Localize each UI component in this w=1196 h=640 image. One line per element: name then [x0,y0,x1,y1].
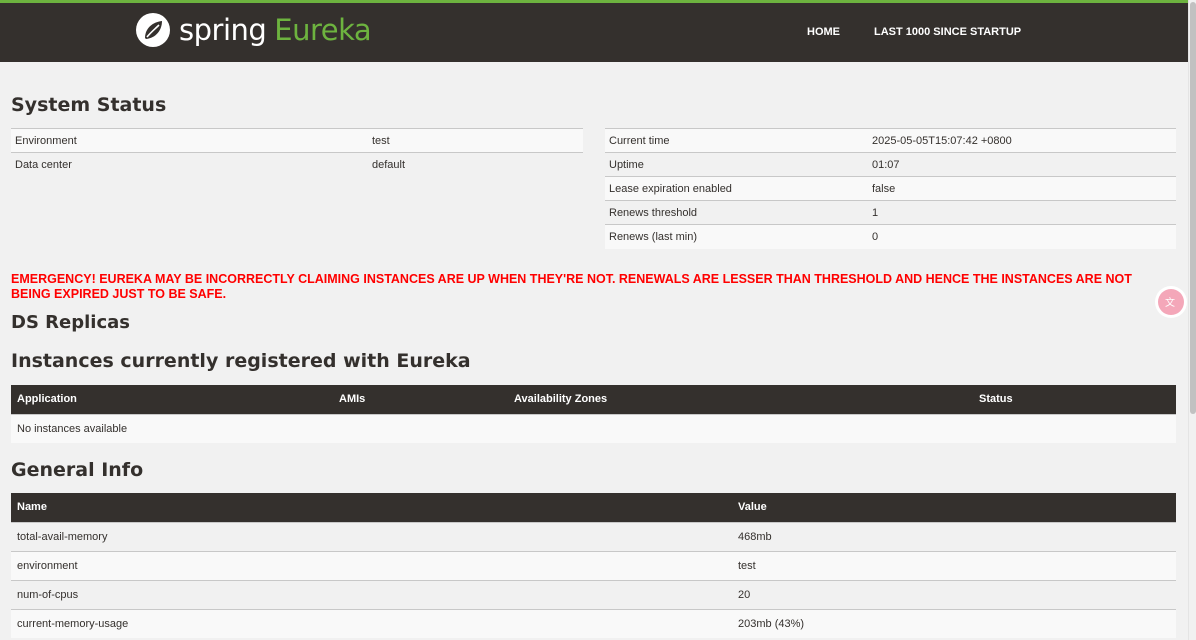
status-key: Lease expiration enabled [605,176,868,201]
instances-title: Instances currently registered with Eure… [11,350,471,372]
status-value: 1 [868,200,1176,225]
brand-spring: spring [179,13,267,47]
status-key: Uptime [605,152,868,177]
status-value: 01:07 [868,152,1176,177]
column-header-amis: AMIs [333,385,508,414]
table-row: num-of-cpus 20 [11,579,1176,609]
empty-instances-message: No instances available [11,413,1176,443]
table-row: Environment test [11,128,583,153]
ds-replicas-title: DS Replicas [11,312,130,333]
info-name: total-avail-memory [11,521,732,551]
scrollbar-thumb[interactable] [1190,2,1196,414]
spring-eureka-logo[interactable]: spring Eureka [135,10,372,50]
top-navbar: spring Eureka HOME LAST 1000 SINCE START… [0,0,1188,62]
info-name: environment [11,550,732,580]
nav-last-1000-link[interactable]: LAST 1000 SINCE STARTUP [874,26,1021,38]
table-row: No instances available [11,413,1176,443]
info-value: 20 [732,579,1176,609]
info-name: num-of-cpus [11,579,732,609]
svg-text:文: 文 [1165,296,1175,309]
spring-leaf-icon [136,13,170,47]
column-header-status: Status [973,385,1176,414]
table-row: current-memory-usage 203mb (43%) [11,608,1176,638]
status-value: test [368,128,583,153]
table-row: Renews (last min) 0 [605,224,1176,249]
system-status-left-table: Environment test Data center default [11,128,583,177]
table-row: Lease expiration enabled false [605,176,1176,201]
page-scrollbar[interactable] [1188,0,1196,640]
nav-home-link[interactable]: HOME [807,26,840,38]
status-value: default [368,152,583,177]
status-key: Environment [11,128,368,153]
column-header-value: Value [732,493,1176,522]
status-key: Current time [605,128,868,153]
status-value: 0 [868,224,1176,249]
emergency-warning: EMERGENCY! EUREKA MAY BE INCORRECTLY CLA… [11,272,1132,301]
table-row: Current time 2025-05-05T15:07:42 +0800 [605,128,1176,153]
table-row: environment test [11,550,1176,580]
system-status-title: System Status [11,94,167,116]
general-info-title: General Info [11,459,144,481]
column-header-availability-zones: Availability Zones [508,385,973,414]
info-name: current-memory-usage [11,608,732,638]
instances-table: Application AMIs Availability Zones Stat… [11,385,1176,443]
status-value: 2025-05-05T15:07:42 +0800 [868,128,1176,153]
translate-icon[interactable]: 文 [1158,289,1184,315]
status-key: Renews threshold [605,200,868,225]
brand-eureka: Eureka [274,13,372,47]
table-row: total-avail-memory 468mb [11,521,1176,551]
table-header-row: Application AMIs Availability Zones Stat… [11,385,1176,414]
system-status-right-table: Current time 2025-05-05T15:07:42 +0800 U… [605,128,1176,249]
column-header-application: Application [11,385,333,414]
info-value: 203mb (43%) [732,608,1176,638]
status-value: false [868,176,1176,201]
table-header-row: Name Value [11,493,1176,522]
table-row: Data center default [11,152,583,177]
status-key: Data center [11,152,368,177]
table-row: Renews threshold 1 [605,200,1176,225]
table-row: Uptime 01:07 [605,152,1176,177]
info-value: 468mb [732,521,1176,551]
status-key: Renews (last min) [605,224,868,249]
general-info-table: Name Value total-avail-memory 468mb envi… [11,493,1176,638]
column-header-name: Name [11,493,732,522]
info-value: test [732,550,1176,580]
